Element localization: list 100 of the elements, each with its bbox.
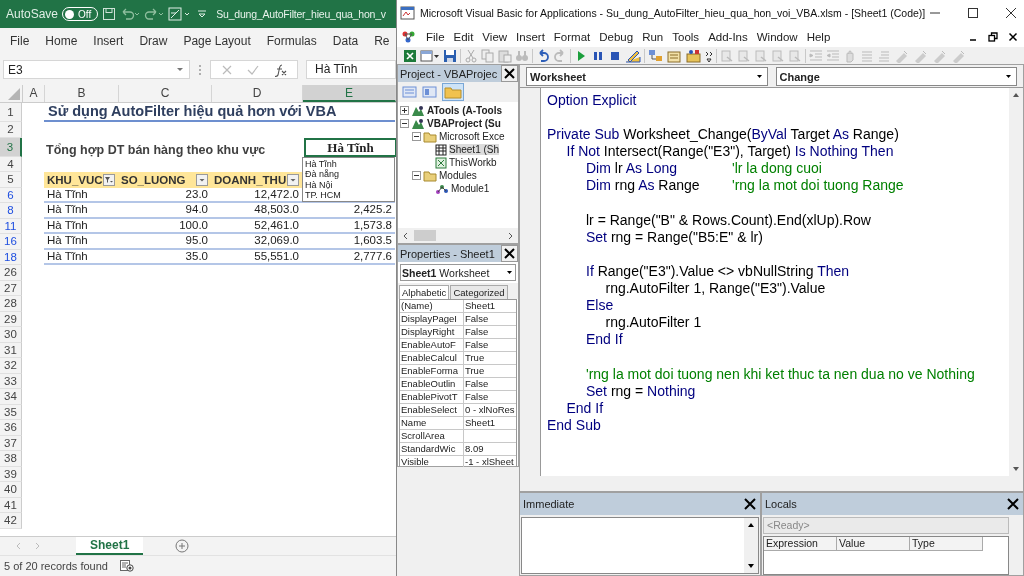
ribbon-tab[interactable]: Home [45,34,78,48]
autosave-label: AutoSave [6,7,59,21]
code-line: lr = Range("B" & Rows.Count).End(xlUp).Row [586,211,871,228]
column-header[interactable]: Expression [764,537,837,551]
context-field: <Ready> [763,517,1009,534]
row-number[interactable]: 34 [0,389,22,405]
property-value[interactable]: 0 - xlNoRes [464,404,515,416]
row-number[interactable]: 42 [0,513,22,529]
ribbon-tab[interactable]: Re [374,34,390,48]
row-number[interactable]: 30 [0,327,22,343]
property-value[interactable]: False [464,378,489,390]
property-name[interactable]: EnableSelect [400,404,464,416]
code-line: If Range("E3").Value <> vbNullString Then [586,262,850,279]
formula-field[interactable]: Hà Tĩnh [306,60,396,79]
property-name[interactable]: (Name) [400,300,464,312]
property-name[interactable]: EnableAutoF [400,339,464,351]
property-value[interactable]: True [464,352,485,364]
table-header: DOANH_THU [214,173,287,186]
table-cell-text: Hà Tĩnh [46,249,89,263]
table-cell-text: Hà Tĩnh [46,234,89,248]
menu-item[interactable]: File [426,30,445,43]
ribbon-tab[interactable]: Page Layout [183,34,251,48]
tree-item[interactable]: Sheet1 (Sh [449,144,500,155]
tree-item[interactable]: Module1 [451,183,490,194]
menu-item[interactable]: View [482,30,508,43]
row-number[interactable]: 1 [0,103,22,122]
property-value[interactable]: True [464,365,485,377]
property-name[interactable]: EnableOutlin [400,378,464,390]
property-value[interactable]: Sheet1 [464,300,496,312]
row-number[interactable]: 8 [0,203,22,219]
property-name[interactable]: StandardWic [400,443,464,455]
property-value[interactable]: False [464,313,489,325]
table-cell-text: 32,069.0 [253,234,300,248]
row-number[interactable]: 32 [0,358,22,374]
property-name[interactable]: EnablePivotT [400,391,464,403]
menu-item[interactable]: Edit [453,30,474,43]
row-number[interactable]: 38 [0,451,22,467]
dropdown-option[interactable]: Đà nẵng [305,169,392,180]
menu-item[interactable]: Run [642,30,664,43]
property-value[interactable]: Sheet1 [464,417,496,429]
tree-item[interactable]: ThisWorkb [449,157,497,168]
menu-item[interactable]: Insert [516,30,545,43]
row-number[interactable]: 5 [0,172,22,188]
property-name[interactable]: Name [400,417,464,429]
row-number[interactable]: 36 [0,420,22,436]
ribbon-tab[interactable]: Draw [139,34,168,48]
pane-title: Properties - Sheet1 [400,247,495,260]
row-number[interactable]: 16 [0,234,22,250]
menu-item[interactable]: Debug [599,30,634,43]
tree-item[interactable]: Modules [439,170,477,181]
column-header[interactable]: B [45,85,119,102]
row-number[interactable]: 40 [0,482,22,498]
ribbon-tab[interactable]: Formulas [266,34,317,48]
property-value[interactable]: -1 - xlSheet [464,456,514,468]
ribbon-tab[interactable]: File [10,34,30,48]
dropdown-option[interactable]: TP. HCM [305,189,392,201]
row-number[interactable]: 26 [0,265,22,281]
column-header[interactable]: E [303,85,396,102]
procedure-dropdown[interactable]: Change [775,67,1017,86]
selected-cell[interactable]: Hà Tĩnh [304,137,396,157]
property-name[interactable]: EnableForma [400,365,464,377]
row-number[interactable]: 28 [0,296,22,312]
table-cell-text: 1,603.5 [352,234,393,248]
property-value[interactable]: False [464,339,489,351]
code-line: End Sub [547,416,601,433]
property-value[interactable]: 8.09 [464,443,484,455]
tree-item[interactable]: ATools (A-Tools [427,105,502,116]
property-value[interactable]: False [464,391,489,403]
object-dropdown[interactable]: Sheet1 Worksheet [400,264,516,281]
ribbon-tab[interactable]: Insert [93,34,124,48]
column-header[interactable]: Type [910,537,983,551]
property-name[interactable]: EnableCalcul [400,352,464,364]
menu-item[interactable]: Help [806,30,831,43]
ribbon-tab[interactable]: Data [332,34,359,48]
property-value[interactable]: False [464,326,489,338]
menu-item[interactable]: Format [553,30,591,43]
row-number[interactable]: 2 [0,122,22,138]
dropdown-option[interactable]: Hà Tĩnh [305,159,392,170]
properties-tab[interactable]: Alphabetic [399,285,450,299]
tree-item[interactable]: Microsoft Exce [439,131,505,142]
property-name[interactable]: DisplayPageI [400,313,464,325]
name-box[interactable]: E3 [3,60,190,79]
table-cell-text: 1,573.8 [352,218,393,232]
pane-title: Locals [765,498,797,510]
column-header[interactable]: A [23,85,45,102]
sheet-tab[interactable]: Sheet1 [76,537,144,555]
menu-item[interactable]: Add-Ins [708,30,748,43]
property-name[interactable]: DisplayRight [400,326,464,338]
tree-item[interactable]: VBAProject (Su [427,118,501,129]
menu-item[interactable]: Window [756,30,798,43]
pane-title: Immediate [523,498,575,510]
properties-tab[interactable]: Categorized [450,285,508,299]
table-cell-text: 52,461.0 [253,218,300,232]
menu-item[interactable]: Tools [672,30,700,43]
object-dropdown[interactable]: Worksheet [526,67,768,86]
table-header: KHU_VUC [47,173,103,186]
property-name[interactable]: ScrollArea [400,430,464,442]
column-header[interactable]: C [119,85,212,102]
column-header[interactable]: Value [837,537,910,551]
dropdown-option[interactable]: Hà Nội [305,179,392,190]
